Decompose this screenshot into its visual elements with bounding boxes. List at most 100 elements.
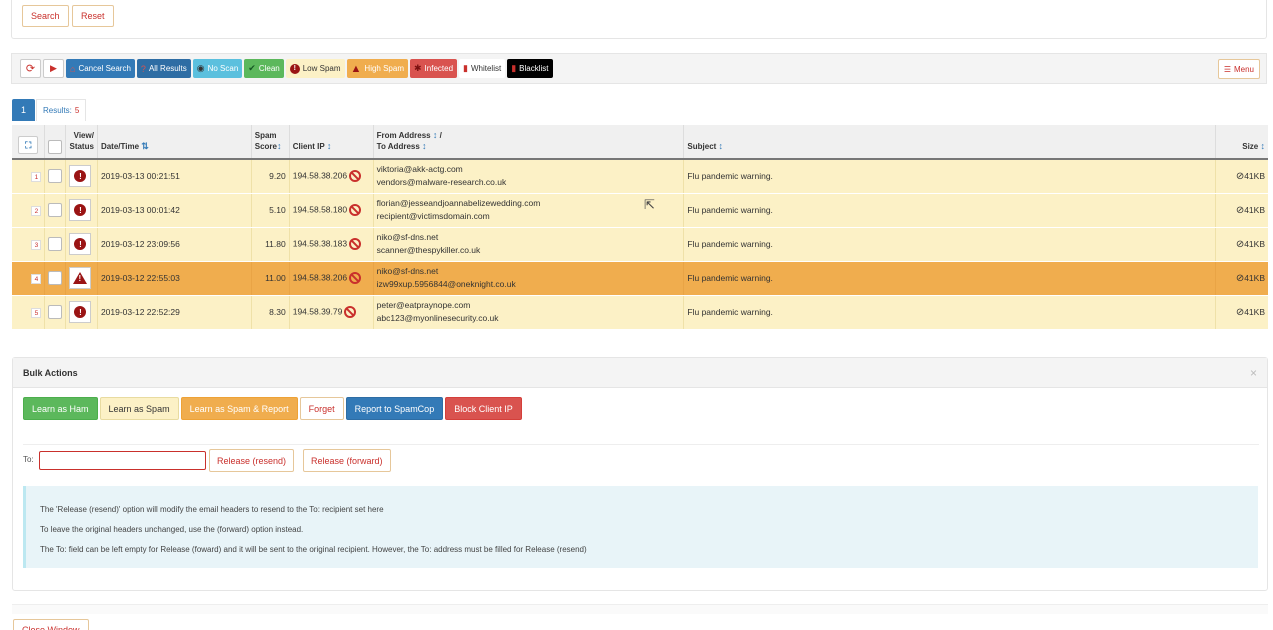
row-number: 3 [31, 239, 42, 250]
high-spam-button[interactable]: ▲ High Spam [346, 59, 408, 78]
page-tab[interactable]: 1 [12, 99, 35, 121]
block-icon[interactable] [344, 306, 357, 318]
close-icon[interactable]: × [1250, 366, 1257, 380]
paperclip-icon: ⊘ [1235, 272, 1245, 284]
all-results-button[interactable]: ? All Results [136, 59, 191, 78]
paperclip-icon: ⊘ [1235, 170, 1245, 182]
refresh-button[interactable]: ⟳ [20, 59, 41, 78]
eye-slash-icon: ◉ [196, 63, 205, 73]
subject-cell: Flu pandemic warning. [683, 227, 1216, 262]
no-scan-button[interactable]: ◉ No Scan [192, 59, 243, 78]
blacklist-button[interactable]: ▮ Blacklist [507, 59, 553, 78]
size-cell: 41KB [1244, 306, 1265, 317]
row-checkbox[interactable] [48, 305, 63, 319]
to-address: recipient@victimsdomain.com [376, 211, 490, 221]
search-button[interactable]: Search [22, 5, 69, 27]
block-client-ip-button[interactable]: Block Client IP [445, 397, 522, 420]
learn-ham-button[interactable]: Learn as Ham [23, 397, 98, 420]
results-tab[interactable]: Results: 5 [36, 99, 87, 121]
learn-spam-button[interactable]: Learn as Spam [99, 397, 179, 420]
view-button[interactable]: ! [69, 233, 92, 255]
subject-cell: Flu pandemic warning. [683, 261, 1216, 296]
view-status-header: View/Status [65, 125, 98, 160]
row-checkbox[interactable] [48, 271, 63, 285]
datetime-cell: 2019-03-12 22:52:29 [97, 295, 252, 330]
bulk-button-group: Learn as Ham Learn as Spam Learn as Spam… [23, 397, 522, 420]
low-spam-button[interactable]: ! Low Spam [285, 59, 345, 78]
infected-button[interactable]: ✱ Infected [410, 59, 458, 78]
select-all-checkbox[interactable] [48, 140, 63, 154]
subject-cell: Flu pandemic warning. [683, 295, 1216, 330]
size-cell: 41KB [1244, 204, 1265, 215]
view-button[interactable]: ! [69, 165, 92, 188]
block-icon[interactable] [349, 238, 362, 250]
exclamation-circle-icon: ! [74, 170, 87, 183]
close-window-button[interactable]: Close Window [13, 619, 89, 630]
sort-icon[interactable]: ↕ [433, 130, 438, 140]
exclamation-circle-icon: ! [74, 238, 87, 250]
expand-icon[interactable]: ⛶ [18, 136, 39, 154]
client-ip-header[interactable]: Client IP ↕ [289, 125, 374, 160]
table-row[interactable]: 4 2019-03-12 22:55:03 11.00 194.58.38.20… [12, 261, 1268, 296]
learn-spam-report-button[interactable]: Learn as Spam & Report [180, 397, 298, 420]
from-address: niko@sf-dns.net [376, 232, 439, 242]
datetime-cell: 2019-03-12 23:09:56 [97, 227, 252, 262]
report-spamcop-button[interactable]: Report to SpamCop [345, 397, 444, 420]
forget-button[interactable]: Forget [299, 397, 344, 420]
reset-button[interactable]: Reset [72, 5, 114, 27]
sort-icon[interactable]: ↕ [719, 141, 724, 151]
subject-header[interactable]: Subject ↕ [683, 125, 1216, 160]
sort-icon[interactable]: ↕ [327, 141, 332, 151]
whitelist-button[interactable]: ▮ Whitelist [459, 59, 506, 78]
row-checkbox[interactable] [48, 203, 63, 217]
play-button[interactable]: ▶ [43, 59, 64, 78]
info-line: To leave the original headers unchanged,… [40, 525, 304, 534]
clean-button[interactable]: ✔ Clean [244, 59, 284, 78]
select-all-header[interactable] [44, 125, 67, 160]
block-icon[interactable] [349, 204, 362, 216]
score-cell: 5.10 [251, 193, 290, 228]
info-line: The 'Release (resend)' option will modif… [40, 505, 384, 514]
subject-cell: Flu pandemic warning. [683, 193, 1216, 228]
row-checkbox[interactable] [48, 169, 63, 184]
row-checkbox[interactable] [48, 237, 63, 251]
bug-icon: ✱ [414, 63, 422, 73]
footer-bar [12, 604, 1268, 614]
datetime-header[interactable]: Date/Time ⇅ [97, 125, 252, 160]
datetime-cell: 2019-03-13 00:21:51 [97, 159, 252, 194]
release-resend-button[interactable]: Release (resend) [209, 449, 295, 472]
block-icon[interactable] [349, 170, 362, 183]
search-panel: Search Reset [11, 0, 1267, 39]
size-header[interactable]: Size ↕ [1215, 125, 1268, 160]
from-address: florian@jesseandjoannabelizewedding.com [376, 198, 541, 208]
address-header[interactable]: From Address ↕ / To Address ↕ [373, 125, 685, 160]
cancel-search-button[interactable]: ⌂ Cancel Search [66, 59, 135, 78]
to-address: izw99xup.5956844@oneknight.co.uk [376, 279, 516, 289]
datetime-cell: 2019-03-13 00:01:42 [97, 193, 252, 228]
from-address: niko@sf-dns.net [376, 266, 439, 276]
sort-icon[interactable]: ↕ [277, 141, 282, 151]
spam-score-header[interactable]: Spam Score↕ [251, 125, 290, 160]
table-row[interactable]: 2 ! 2019-03-13 00:01:42 5.10 194.58.58.1… [12, 193, 1268, 228]
size-cell: 41KB [1244, 238, 1265, 249]
sort-icon[interactable]: ↕ [1261, 141, 1266, 151]
view-button[interactable]: ! [69, 199, 92, 221]
view-button[interactable] [69, 267, 92, 289]
view-button[interactable]: ! [69, 301, 92, 323]
score-cell: 9.20 [251, 159, 290, 194]
row-number: 1 [31, 171, 42, 182]
block-icon[interactable] [349, 272, 362, 284]
expand-header[interactable]: ⛶ [12, 125, 46, 160]
menu-button[interactable]: ☰ Menu [1217, 59, 1260, 79]
row-number: 2 [31, 205, 42, 216]
info-line: The To: field can be left empty for Rele… [40, 545, 587, 554]
release-forward-button[interactable]: Release (forward) [303, 449, 391, 472]
sort-icon[interactable]: ↕ [422, 141, 427, 151]
table-row[interactable]: 3 ! 2019-03-12 23:09:56 11.80 194.58.38.… [12, 227, 1268, 262]
table-row[interactable]: 5 ! 2019-03-12 22:52:29 8.30 194.58.39.7… [12, 295, 1268, 330]
table-row[interactable]: 1 ! 2019-03-13 00:21:51 9.20 194.58.38.2… [12, 159, 1268, 194]
sort-icon[interactable]: ⇅ [141, 141, 149, 151]
to-address-input[interactable] [39, 451, 206, 470]
mouse-cursor-icon: ⇱ [644, 197, 655, 212]
score-cell: 11.00 [251, 261, 290, 296]
